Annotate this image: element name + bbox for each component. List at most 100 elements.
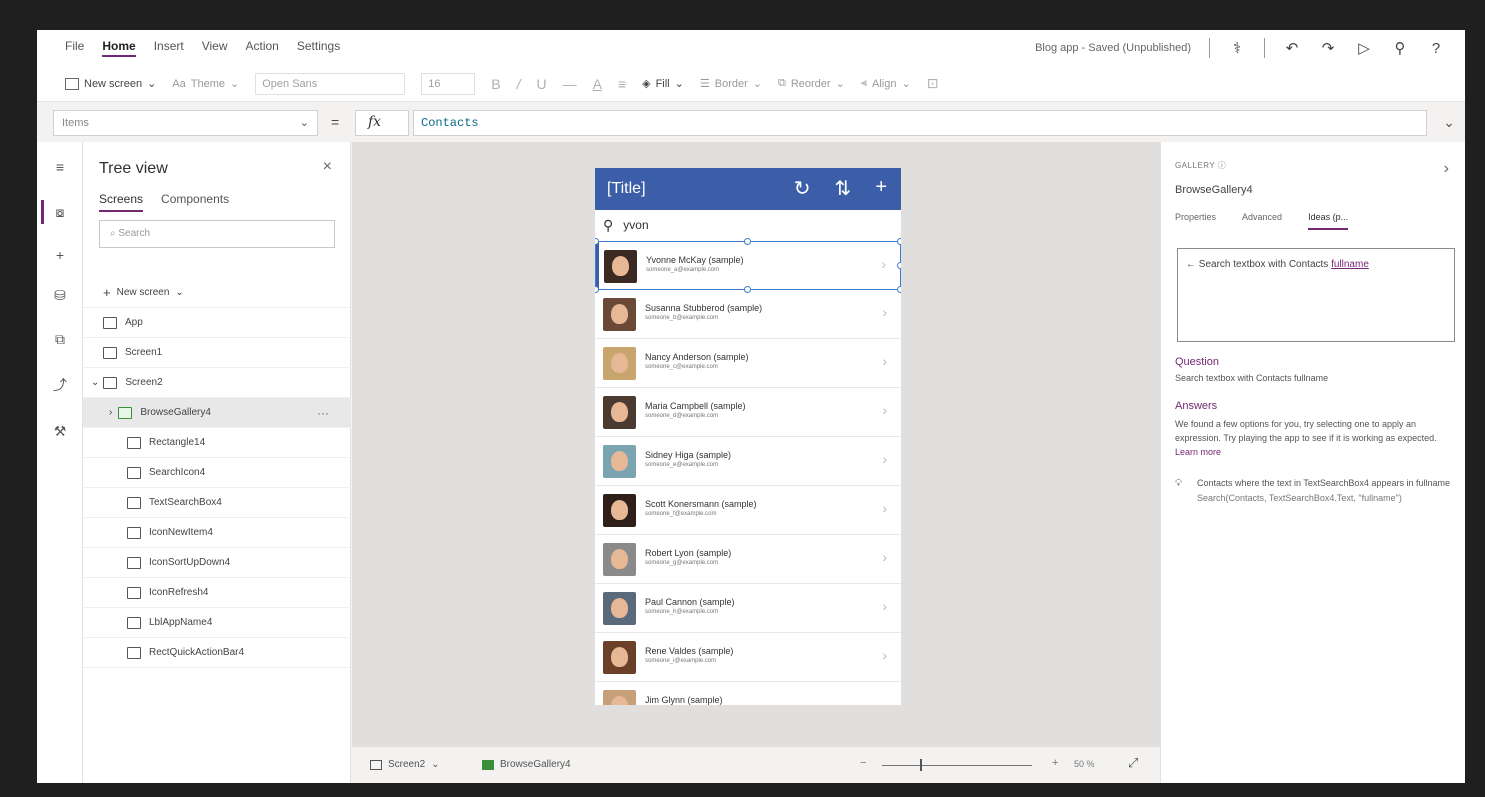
tree-search-input[interactable]: ⌕ Search [99, 220, 335, 248]
chevron-right-icon[interactable]: › [882, 304, 887, 320]
chevron-right-icon[interactable]: › [1444, 160, 1449, 178]
fit-to-window-icon[interactable]: ⤢ [1128, 755, 1138, 771]
advanced-tools-icon[interactable]: ⚒ [51, 422, 69, 440]
tree-item-iconsortupdown4[interactable]: IconSortUpDown4 [83, 548, 351, 578]
suggestion-item[interactable]: 💡︎ Contacts where the text in TextSearch… [1175, 478, 1453, 504]
zoom-slider[interactable] [882, 765, 1032, 766]
gallery-item[interactable]: Paul Cannon (sample) someone_h@example.c… [595, 584, 901, 633]
tree-item-searchicon4[interactable]: SearchIcon4 [83, 458, 351, 488]
resize-handle[interactable] [897, 238, 901, 245]
close-icon[interactable]: × [323, 158, 332, 176]
chevron-right-icon[interactable]: › [882, 451, 887, 467]
ideas-input[interactable]: ← Search textbox with Contacts fullname [1177, 248, 1455, 342]
data-icon[interactable]: ⛁ [51, 286, 69, 304]
hamburger-icon[interactable]: ≡ [51, 158, 69, 176]
reorder-button[interactable]: ⧉ Reorder ⌄ [778, 77, 845, 90]
more-options-icon[interactable]: ··· [317, 406, 329, 420]
chevron-right-icon[interactable]: › [881, 256, 886, 272]
gallery-item[interactable]: Maria Campbell (sample) someone_d@exampl… [595, 388, 901, 437]
tree-item-iconrefresh4[interactable]: IconRefresh4 [83, 578, 351, 608]
tree-item-rectangle14[interactable]: Rectangle14 [83, 428, 351, 458]
align-button[interactable]: ⫷ Align ⌄ [861, 77, 911, 90]
power-automate-icon[interactable]: ⤴ [51, 376, 69, 394]
tab-components[interactable]: Components [161, 192, 229, 212]
tree-item-lblappname4[interactable]: LblAppName4 [83, 608, 351, 638]
menu-action[interactable]: Action [246, 39, 279, 57]
gallery-item[interactable]: Sidney Higa (sample) someone_e@example.c… [595, 437, 901, 486]
app-checker-icon[interactable]: ⚕ [1228, 39, 1246, 57]
app-title[interactable]: [Title] [607, 180, 646, 198]
property-dropdown[interactable]: Items ⌄ [53, 110, 318, 136]
resize-handle[interactable] [897, 262, 901, 269]
gallery-item[interactable]: Nancy Anderson (sample) someone_c@exampl… [595, 339, 901, 388]
formula-input[interactable]: Contacts [413, 110, 1427, 136]
border-button[interactable]: ☰ Border ⌄ [700, 77, 762, 91]
tree-item-browsegallery4[interactable]: › BrowseGallery4 ··· [83, 398, 351, 428]
tree-item-rectquickactionbar4[interactable]: RectQuickActionBar4 [83, 638, 351, 668]
group-icon[interactable]: ⊡ [927, 75, 939, 92]
chevron-right-icon[interactable]: › [882, 647, 887, 663]
sort-icon[interactable]: ⇅ [835, 176, 852, 201]
resize-handle[interactable] [897, 286, 901, 293]
tab-ideas[interactable]: Ideas (p... [1308, 212, 1349, 230]
tab-advanced[interactable]: Advanced [1242, 212, 1282, 230]
underline-icon[interactable]: U [536, 76, 546, 92]
expand-formula-icon[interactable]: ⌄ [1443, 114, 1455, 131]
redo-icon[interactable]: ↷ [1319, 39, 1337, 57]
tree-item-textsearchbox4[interactable]: TextSearchBox4 [83, 488, 351, 518]
chevron-right-icon[interactable]: › [882, 598, 887, 614]
gallery-item[interactable]: Rene Valdes (sample) someone_i@example.c… [595, 633, 901, 682]
play-icon[interactable]: ▷ [1355, 39, 1373, 57]
fx-button[interactable]: fx [355, 110, 409, 136]
tab-properties[interactable]: Properties [1175, 212, 1216, 230]
strikethrough-icon[interactable]: — [563, 76, 577, 92]
menu-insert[interactable]: Insert [154, 39, 184, 57]
chevron-right-icon[interactable]: › [882, 353, 887, 369]
menu-settings[interactable]: Settings [297, 39, 340, 57]
gallery-item[interactable]: Jim Glynn (sample) [595, 682, 901, 705]
control-selector[interactable]: BrowseGallery4 [482, 759, 571, 770]
theme-button[interactable]: Aa Theme ⌄ [172, 77, 239, 91]
gallery-item[interactable]: Robert Lyon (sample) someone_g@example.c… [595, 535, 901, 584]
chevron-right-icon[interactable]: › [882, 549, 887, 565]
tree-item-screen2[interactable]: ⌄ Screen2 [83, 368, 351, 398]
new-screen-row[interactable]: + New screen ⌄ [83, 278, 351, 308]
screen-selector[interactable]: Screen2 ⌄ [370, 759, 440, 770]
text-align-icon[interactable]: ≡ [618, 76, 626, 92]
menu-file[interactable]: File [65, 39, 84, 57]
italic-icon[interactable]: / [517, 76, 521, 92]
zoom-slider-thumb[interactable] [920, 759, 922, 771]
insert-plus-icon[interactable]: + [51, 246, 69, 264]
tab-screens[interactable]: Screens [99, 192, 144, 212]
share-user-icon[interactable]: ⚲ [1391, 39, 1409, 57]
zoom-out-icon[interactable]: − [860, 757, 866, 769]
menu-view[interactable]: View [202, 39, 228, 57]
chevron-right-icon[interactable]: › [882, 402, 887, 418]
font-size-select[interactable]: 16 [421, 72, 476, 95]
undo-icon[interactable]: ↶ [1283, 39, 1301, 57]
chevron-right-icon[interactable]: › [882, 500, 887, 516]
menu-home[interactable]: Home [102, 39, 136, 57]
tree-item-screen1[interactable]: Screen1 [83, 338, 351, 368]
refresh-icon[interactable]: ↻ [794, 176, 811, 201]
help-icon[interactable]: ? [1427, 39, 1445, 57]
zoom-in-icon[interactable]: + [1052, 757, 1058, 769]
fill-button[interactable]: ◈ Fill ⌄ [642, 77, 684, 91]
media-icon[interactable]: ⧉ [51, 330, 69, 348]
font-color-icon[interactable]: A [593, 76, 602, 92]
tree-item-app[interactable]: App [83, 308, 351, 338]
bold-icon[interactable]: B [491, 76, 500, 92]
learn-more-link[interactable]: Learn more [1175, 447, 1221, 457]
resize-handle[interactable] [744, 286, 751, 293]
gallery-item[interactable]: Susanna Stubberod (sample) someone_b@exa… [595, 290, 901, 339]
gallery-item[interactable]: Yvonne McKay (sample) someone_a@example.… [595, 241, 901, 290]
new-screen-button[interactable]: New screen ⌄ [65, 77, 156, 90]
gallery-item[interactable]: Scott Konersmann (sample) someone_f@exam… [595, 486, 901, 535]
font-select[interactable]: Open Sans [255, 72, 406, 95]
idea-link[interactable]: fullname [1331, 259, 1369, 270]
tree-view-icon[interactable]: ⧇ [51, 203, 69, 221]
add-icon[interactable]: + [875, 176, 887, 201]
tree-item-iconnewitem4[interactable]: IconNewItem4 [83, 518, 351, 548]
resize-handle[interactable] [744, 238, 751, 245]
search-box[interactable]: ⚲ yvon [595, 210, 901, 240]
